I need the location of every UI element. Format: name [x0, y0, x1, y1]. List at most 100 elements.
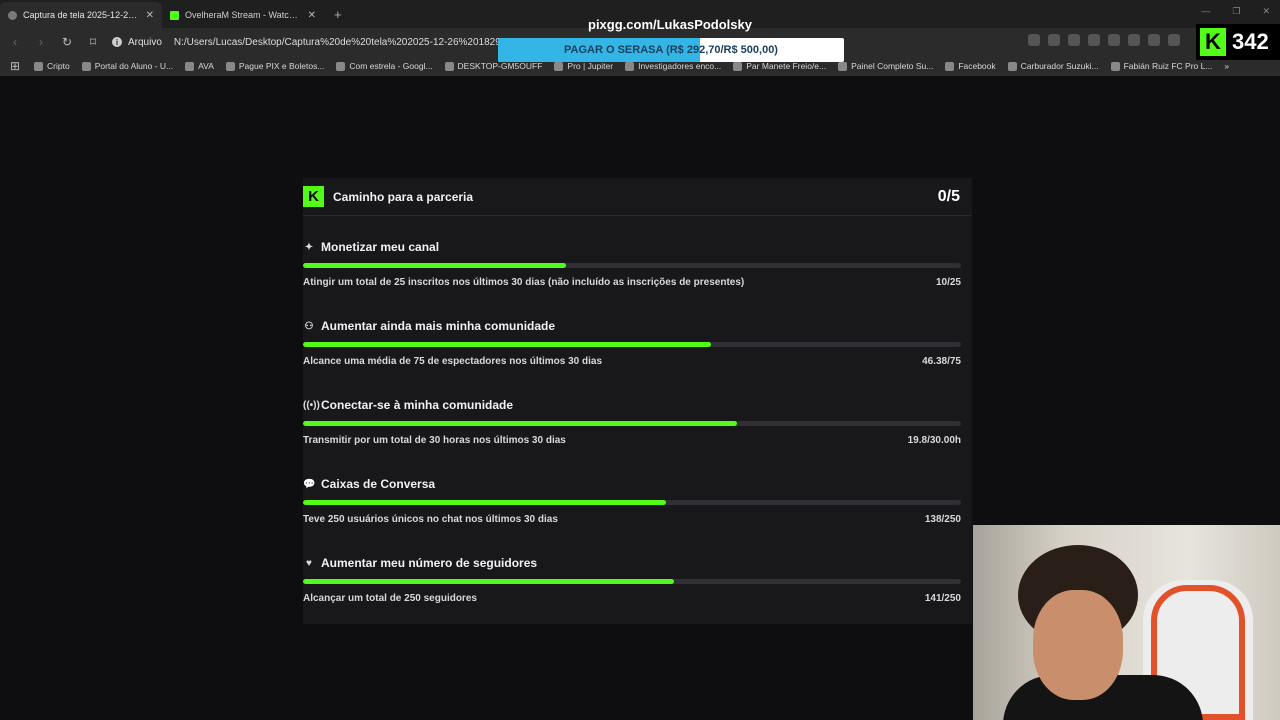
site-icon [838, 61, 848, 71]
back-icon[interactable]: ‹ [8, 35, 22, 49]
task-title: Conectar-se à minha comunidade [321, 398, 514, 412]
address-bar[interactable]: i Arquivo N:/Users/Lucas/Desktop/Captura… [112, 37, 531, 48]
shield-icon[interactable] [1048, 34, 1060, 46]
task-value: 138/250 [924, 514, 961, 525]
bookmark-label: Fabián Ruiz FC Pro L... [1123, 61, 1213, 71]
streamer-url-overlay: pixgg.com/LukasPodolsky [588, 17, 752, 32]
bookmark-item[interactable]: Painel Completo Su... [838, 61, 933, 71]
tab-stream[interactable]: OvelheraM Stream - Watch Live on K... ✕ [162, 2, 324, 28]
task-description: Transmitir por um total de 30 horas nos … [303, 435, 566, 446]
broadcast-icon: ((•)) [303, 399, 320, 411]
tab-title: OvelheraM Stream - Watch Live on K... [185, 10, 302, 20]
bookmark-item[interactable]: Portal do Aluno - U... [81, 61, 174, 71]
bookmark-label: Painel Completo Su... [851, 61, 934, 71]
site-icon [185, 61, 195, 71]
task-title-row: ⚇ Aumentar ainda mais minha comunidade [303, 319, 556, 333]
bookmark-item[interactable]: Pro | Jupiter [554, 61, 613, 71]
new-tab-button[interactable]: + [324, 7, 352, 28]
close-icon[interactable]: ✕ [308, 10, 316, 21]
bookmark-item[interactable]: Investigadores enco... [625, 61, 721, 71]
bookmark-item[interactable]: Com estrela - Googl... [336, 61, 433, 71]
bookmark-icon[interactable]: ⌑ [86, 35, 100, 49]
bookmark-label: Portal do Aluno - U... [94, 61, 174, 71]
bookmark-item[interactable]: Cripto [34, 61, 70, 71]
task-title-row: ((•)) Conectar-se à minha comunidade [303, 398, 513, 412]
address-protocol: Arquivo [128, 36, 162, 48]
heart-icon: ♥ [306, 557, 312, 569]
maximize-icon[interactable]: ❐ [1232, 6, 1240, 17]
task-description: Atingir um total de 25 inscritos nos últ… [303, 277, 745, 288]
site-icon [554, 61, 564, 71]
progress-bar [303, 579, 675, 584]
progress-track [303, 579, 961, 584]
tab-title: Captura de tela 2025-12-26 182... [23, 10, 140, 20]
task-value: 141/250 [924, 593, 961, 604]
bookmark-item[interactable]: Carburador Suzuki... [1007, 61, 1099, 71]
completed-count: 0/5 [937, 187, 960, 205]
bookmark-item[interactable]: Pague PIX e Boletos... [225, 61, 325, 71]
task-title: Aumentar ainda mais minha comunidade [321, 319, 556, 333]
extension-icons [1028, 34, 1180, 46]
info-icon[interactable]: i [112, 37, 122, 47]
progress-track [303, 500, 961, 505]
folder-icon [34, 61, 43, 71]
address-url[interactable]: N:/Users/Lucas/Desktop/Captura%20de%20te… [174, 37, 531, 48]
minimize-icon[interactable]: — [1201, 6, 1210, 17]
viewer-count: 342 [1232, 29, 1269, 54]
forward-icon[interactable]: › [34, 35, 48, 49]
image-icon [8, 10, 17, 20]
extension-icon[interactable] [1128, 34, 1140, 46]
viewer-count-badge: K 342 [1196, 24, 1280, 60]
puzzle-icon[interactable] [1148, 34, 1160, 46]
site-icon [1007, 61, 1017, 71]
task-title-row: ✦ Monetizar meu canal [303, 240, 439, 254]
tab-screenshot[interactable]: Captura de tela 2025-12-26 182... ✕ [0, 2, 162, 28]
bookmark-label: Par Manete Freio/e... [746, 61, 827, 71]
kick-icon [170, 10, 179, 20]
apps-icon[interactable]: ⊞ [8, 59, 22, 73]
bookmark-label: Carburador Suzuki... [1020, 61, 1099, 71]
bookmark-label: Cripto [47, 61, 70, 71]
progress-bar [303, 342, 711, 347]
site-icon [733, 61, 743, 71]
music-icon[interactable] [1168, 34, 1180, 46]
facebook-icon [945, 61, 955, 71]
zoom-icon[interactable] [1028, 34, 1040, 46]
task-value: 19.8/30.00h [907, 435, 961, 446]
extension-icon[interactable] [1088, 34, 1100, 46]
bookmark-item[interactable]: Fabián Ruiz FC Pro L... [1110, 61, 1213, 71]
progress-bar [303, 263, 567, 268]
bookmark-item[interactable]: DESKTOP-GM5OUFF [444, 61, 542, 71]
bookmark-label: Investigadores enco... [638, 61, 722, 71]
sparkle-icon: ✦ [304, 241, 314, 253]
extension-icon[interactable] [1108, 34, 1120, 46]
users-icon: ⚇ [304, 320, 314, 332]
bookmark-label: Com estrela - Googl... [349, 61, 433, 71]
bookmarks-overflow-icon[interactable]: » [1224, 61, 1229, 71]
close-icon[interactable]: ✕ [146, 10, 154, 21]
bookmark-item[interactable]: Par Manete Freio/e... [733, 61, 826, 71]
webcam-feed [973, 525, 1280, 720]
progress-bar [303, 500, 667, 505]
reload-icon[interactable]: ↻ [60, 35, 74, 49]
site-icon [625, 61, 635, 71]
kick-logo: K [303, 186, 324, 207]
task-title-row: ♥ Aumentar meu número de seguidores [303, 556, 537, 570]
bookmark-label: Facebook [958, 61, 996, 71]
close-window-icon[interactable]: ✕ [1262, 6, 1270, 17]
bookmark-label: Pro | Jupiter [567, 61, 614, 71]
site-icon [1110, 61, 1120, 71]
bookmark-item[interactable]: AVA [185, 61, 214, 71]
progress-track [303, 342, 961, 347]
extension-icon[interactable] [1068, 34, 1080, 46]
task-title: Aumentar meu número de seguidores [321, 556, 538, 570]
task-description: Teve 250 usuários únicos no chat nos últ… [303, 514, 558, 525]
kick-logo: K [1200, 28, 1226, 56]
site-icon [81, 61, 91, 71]
bookmark-label: Pague PIX e Boletos... [238, 61, 325, 71]
task-value: 10/25 [935, 277, 961, 288]
task-value: 46.38/75 [922, 356, 961, 367]
bookmark-item[interactable]: Facebook [945, 61, 996, 71]
task-description: Alcançar um total de 250 seguidores [303, 593, 477, 604]
donation-goal-bar: PAGAR O SERASA (R$ 292,70/R$ 500,00) [498, 38, 844, 62]
